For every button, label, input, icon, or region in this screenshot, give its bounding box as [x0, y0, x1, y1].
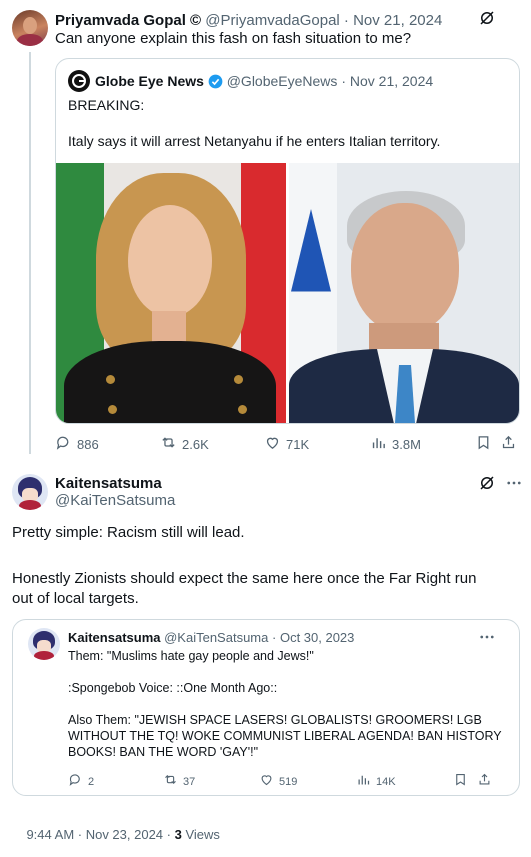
grok-icon[interactable]: [478, 9, 496, 27]
reply-icon: [68, 772, 83, 791]
quote-author-handle[interactable]: @GlobeEyeNews: [227, 73, 338, 89]
share-icon[interactable]: [500, 434, 517, 451]
quote-text-line: Also Them: "JEWISH SPACE LASERS! GLOBALI…: [68, 713, 482, 727]
repost-button[interactable]: 37: [163, 772, 195, 791]
thread-line: [29, 52, 31, 454]
separator-dot: ·: [341, 73, 346, 89]
quote-text: Them: "Muslims hate gay people and Jews!…: [68, 648, 502, 760]
quote-text-breaking: BREAKING:: [68, 97, 145, 113]
repost-icon: [160, 434, 177, 455]
author-handle[interactable]: @PriyamvadaGopal: [205, 12, 339, 29]
post-timestamp[interactable]: 9:44 AM · Nov 23, 2024 · 3 Views: [12, 812, 220, 857]
quote-text-line: :Spongebob Voice: ::One Month Ago::: [68, 681, 278, 695]
separator-dot: ·: [271, 630, 277, 645]
reply-count: 886: [77, 437, 99, 452]
verified-icon: [208, 74, 223, 92]
like-button[interactable]: 519: [259, 772, 297, 791]
quoted-tweet[interactable]: Globe Eye News @GlobeEyeNews · Nov 21, 2…: [55, 58, 520, 424]
views-button[interactable]: 3.8M: [370, 434, 421, 455]
like-count: 519: [279, 775, 298, 788]
quote-date[interactable]: Oct 30, 2023: [280, 630, 354, 645]
quoted-tweet[interactable]: Kaitensatsuma @KaiTenSatsuma · Oct 30, 2…: [12, 619, 520, 796]
quote-text-line: Them: "Muslims hate gay people and Jews!…: [68, 649, 314, 663]
like-icon: [264, 434, 281, 455]
like-button[interactable]: 71K: [264, 434, 309, 455]
views-icon: [356, 772, 371, 791]
views-number: 3: [174, 827, 182, 842]
post-text-line: out of local targets.: [12, 590, 139, 607]
quote-author-name[interactable]: Globe Eye News: [95, 73, 204, 89]
views-count: 3.8M: [392, 437, 421, 452]
reply-button[interactable]: 886: [55, 434, 99, 455]
post-date[interactable]: Nov 21, 2024: [353, 12, 442, 29]
more-icon[interactable]: [478, 628, 496, 646]
author-handle[interactable]: @KaiTenSatsuma: [55, 492, 175, 509]
post-text-line: Pretty simple: Racism still will lead.: [12, 524, 245, 541]
repost-count: 2.6K: [182, 437, 209, 452]
quote-text-body: Italy says it will arrest Netanyahu if h…: [68, 133, 441, 149]
views-count: 14K: [376, 775, 396, 788]
views-icon: [370, 434, 387, 455]
author-name[interactable]: Kaitensatsuma: [55, 475, 162, 492]
views-button[interactable]: 14K: [356, 772, 396, 791]
bookmark-icon[interactable]: [453, 772, 468, 787]
quote-author-handle[interactable]: @KaiTenSatsuma: [164, 630, 268, 645]
timestamp-text: 9:44 AM · Nov 23, 2024 ·: [26, 827, 175, 842]
photo-netanyahu[interactable]: [289, 163, 519, 423]
post-text: Pretty simple: Racism still will lead. H…: [12, 523, 476, 609]
quote-text-line: WITHOUT THE TQ! WOKE COMMUNIST LIBERAL A…: [68, 729, 502, 743]
share-icon[interactable]: [477, 772, 492, 787]
bookmark-icon[interactable]: [475, 434, 492, 451]
quote-avatar[interactable]: [28, 628, 60, 660]
separator-dot: ·: [343, 12, 349, 29]
quote-text-line: BOOKS! BAN THE WORD 'GAY'!": [68, 745, 259, 759]
post-text-line: Honestly Zionists should expect the same…: [12, 570, 477, 587]
repost-icon: [163, 772, 178, 791]
avatar[interactable]: [12, 10, 48, 46]
more-icon[interactable]: [505, 474, 523, 492]
reply-button[interactable]: 2: [68, 772, 94, 791]
reply-icon: [55, 434, 72, 455]
avatar[interactable]: [12, 474, 48, 510]
quote-date[interactable]: Nov 21, 2024: [350, 73, 433, 89]
photo-meloni[interactable]: [56, 163, 286, 423]
globe-eye-logo[interactable]: [68, 70, 90, 92]
reply-count: 2: [88, 775, 95, 788]
author-name[interactable]: Priyamvada Gopal ©: [55, 12, 201, 29]
views-label: Views: [181, 827, 220, 842]
repost-count: 37: [183, 775, 196, 788]
repost-button[interactable]: 2.6K: [160, 434, 209, 455]
like-icon: [259, 772, 274, 791]
post-text: Can anyone explain this fash on fash sit…: [55, 30, 412, 47]
quote-author-name[interactable]: Kaitensatsuma: [68, 630, 160, 645]
like-count: 71K: [286, 437, 310, 452]
grok-icon[interactable]: [478, 474, 496, 492]
